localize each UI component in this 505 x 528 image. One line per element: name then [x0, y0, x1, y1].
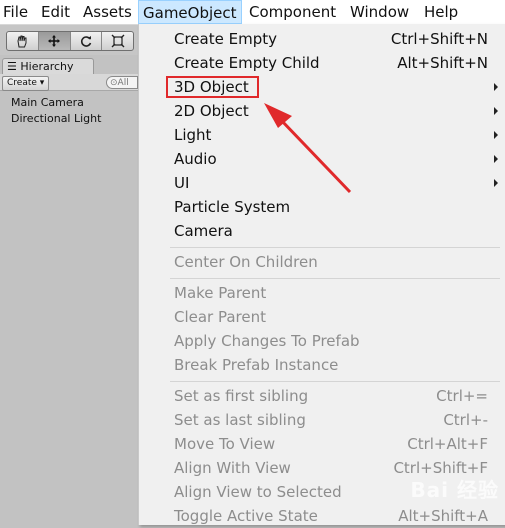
menu-item-particle-system[interactable]: Particle System [174, 195, 290, 219]
menu-file[interactable]: File [3, 0, 28, 24]
menu-item-move-to-view[interactable]: Move To View [174, 432, 275, 456]
menu-bar: File Edit Assets GameObject Component Wi… [0, 0, 505, 25]
shortcut-create-empty: Ctrl+Shift+N [390, 30, 488, 48]
transform-tools [6, 31, 134, 51]
tab-hierarchy-label: Hierarchy [20, 60, 74, 73]
rotate-icon[interactable] [71, 32, 103, 50]
menu-item-apply-changes-to-prefab[interactable]: Apply Changes To Prefab [174, 329, 360, 353]
create-button[interactable]: Create ▾ [2, 76, 50, 91]
shortcut-create-empty-child: Alt+Shift+N [397, 54, 488, 72]
menu-component[interactable]: Component [249, 0, 336, 24]
hierarchy-search-input[interactable]: ⊙All [106, 76, 138, 89]
move-icon[interactable] [38, 32, 71, 50]
menu-window[interactable]: Window [350, 0, 409, 24]
menu-assets[interactable]: Assets [83, 0, 132, 24]
menu-item-clear-parent[interactable]: Clear Parent [174, 305, 266, 329]
menu-item-light[interactable]: Light [174, 123, 211, 147]
hand-icon[interactable] [7, 32, 39, 50]
hierarchy-panel [0, 56, 139, 525]
submenu-arrow-icon [494, 107, 498, 115]
shortcut-toggle-active-state: Alt+Shift+A [398, 507, 488, 525]
menu-separator [170, 381, 500, 382]
search-placeholder: All [117, 78, 129, 88]
menu-item-align-view-to-selected[interactable]: Align View to Selected [174, 480, 342, 504]
menu-item-audio[interactable]: Audio [174, 147, 217, 171]
menu-item-toggle-active-state[interactable]: Toggle Active State [174, 504, 318, 528]
list-icon: ☰ [7, 60, 17, 73]
shortcut-set-last-sibling: Ctrl+- [443, 411, 488, 429]
submenu-arrow-icon [494, 83, 498, 91]
shortcut-move-to-view: Ctrl+Alt+F [407, 435, 488, 453]
tab-hierarchy[interactable]: ☰ Hierarchy [2, 58, 94, 74]
watermark: Bai 经验 [410, 478, 499, 502]
menu-item-set-first-sibling[interactable]: Set as first sibling [174, 384, 308, 408]
menu-item-create-empty-child[interactable]: Create Empty Child [174, 51, 320, 75]
submenu-arrow-icon [494, 155, 498, 163]
menu-item-center-on-children[interactable]: Center On Children [174, 250, 318, 274]
menu-item-2d-object[interactable]: 2D Object [174, 99, 249, 123]
scale-icon[interactable] [102, 32, 133, 50]
search-icon: ⊙ [110, 78, 118, 88]
menu-item-set-last-sibling[interactable]: Set as last sibling [174, 408, 306, 432]
menu-item-make-parent[interactable]: Make Parent [174, 281, 266, 305]
submenu-arrow-icon [494, 179, 498, 187]
menu-item-ui[interactable]: UI [174, 171, 189, 195]
menu-item-break-prefab-instance[interactable]: Break Prefab Instance [174, 353, 338, 377]
menu-edit[interactable]: Edit [41, 0, 70, 24]
menu-separator [170, 247, 500, 248]
menu-item-align-with-view[interactable]: Align With View [174, 456, 291, 480]
menu-gameobject[interactable]: GameObject [138, 0, 242, 24]
menu-item-camera[interactable]: Camera [174, 219, 233, 243]
highlight-box [166, 76, 259, 98]
shortcut-set-first-sibling: Ctrl+= [436, 387, 488, 405]
menu-item-create-empty[interactable]: Create Empty [174, 27, 277, 51]
hierarchy-item-main-camera[interactable]: Main Camera [11, 96, 84, 109]
hierarchy-item-directional-light[interactable]: Directional Light [11, 112, 101, 125]
menu-separator [170, 278, 500, 279]
submenu-arrow-icon [494, 131, 498, 139]
menu-help[interactable]: Help [424, 0, 458, 24]
